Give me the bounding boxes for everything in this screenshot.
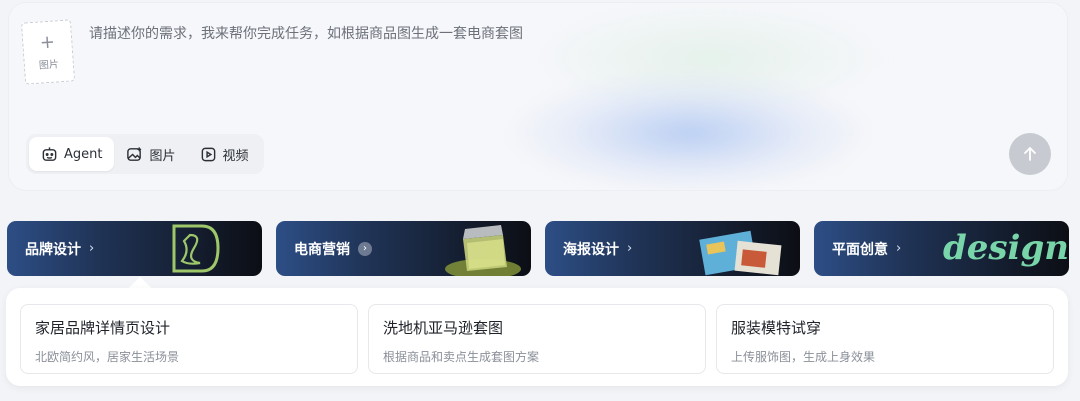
category-label-wrap: 品牌设计 › (25, 239, 94, 259)
chevron-right-icon: › (358, 241, 372, 256)
category-brand-design[interactable]: 品牌设计 › (7, 221, 262, 276)
category-label-wrap: 电商营销 › (294, 239, 372, 259)
background-glow (509, 73, 869, 190)
suggestion-card[interactable]: 家居品牌详情页设计 北欧简约风，居家生活场景 (20, 304, 358, 374)
agent-icon (42, 146, 57, 161)
mode-video-tab[interactable]: 视频 (188, 137, 261, 171)
arrow-up-icon (1024, 147, 1036, 161)
design-text-art: design (943, 228, 1069, 268)
suggestion-desc: 北欧简约风，居家生活场景 (35, 350, 180, 364)
chevron-right-icon: › (89, 241, 95, 256)
suggestion-title: 洗地机亚马逊套图 (383, 319, 504, 337)
design-art-text: design (943, 228, 1069, 268)
chevron-right-icon: › (896, 241, 902, 256)
suggestion-desc: 上传服饰图，生成上身效果 (731, 350, 876, 364)
category-label-wrap: 海报设计 › (563, 239, 632, 259)
mode-label: 图片 (149, 148, 176, 164)
brand-logo-art (172, 224, 220, 273)
poster-art (699, 230, 782, 276)
prompt-input[interactable]: 请描述你的需求，我来帮你完成任务，如根据商品图生成一套电商套图 (89, 23, 523, 43)
suggestion-card[interactable]: 服装模特试穿 上传服饰图，生成上身效果 (716, 304, 1054, 374)
chevron-right-icon: › (627, 241, 633, 256)
mode-label: 视频 (222, 148, 249, 164)
image-upload-button[interactable]: + 图片 (20, 19, 76, 85)
category-label: 电商营销 (294, 241, 350, 258)
suggestion-panel: 家居品牌详情页设计 北欧简约风，居家生活场景 洗地机亚马逊套图 根据商品和卖点生… (6, 288, 1068, 386)
mode-image-tab[interactable]: 图片 (114, 137, 187, 171)
image-icon (127, 146, 142, 161)
send-button[interactable] (1009, 133, 1051, 175)
category-label: 品牌设计 (25, 241, 81, 258)
mode-agent-tab[interactable]: Agent (29, 137, 115, 171)
suggestion-title: 家居品牌详情页设计 (35, 319, 171, 337)
category-label: 平面创意 (832, 241, 888, 258)
suggestion-card[interactable]: 洗地机亚马逊套图 根据商品和卖点生成套图方案 (368, 304, 706, 374)
suggestion-title: 服装模特试穿 (731, 319, 822, 337)
category-ecommerce-marketing[interactable]: 电商营销 › (276, 221, 531, 276)
suggestion-desc: 根据商品和卖点生成套图方案 (383, 350, 540, 364)
product-jar-art (445, 225, 521, 276)
category-graphic-creative[interactable]: 平面创意 › design (814, 221, 1069, 276)
category-label: 海报设计 (563, 241, 619, 258)
prompt-card: + 图片 请描述你的需求，我来帮你完成任务，如根据商品图生成一套电商套图 Age… (8, 2, 1068, 191)
video-icon (201, 147, 215, 161)
category-label-wrap: 平面创意 › (832, 239, 901, 259)
mode-switcher: Agent 图片 视频 (26, 134, 264, 174)
plus-icon: + (39, 31, 56, 54)
upload-label: 图片 (38, 58, 60, 72)
category-poster-design[interactable]: 海报设计 › (545, 221, 800, 276)
mode-label: Agent (64, 146, 103, 162)
